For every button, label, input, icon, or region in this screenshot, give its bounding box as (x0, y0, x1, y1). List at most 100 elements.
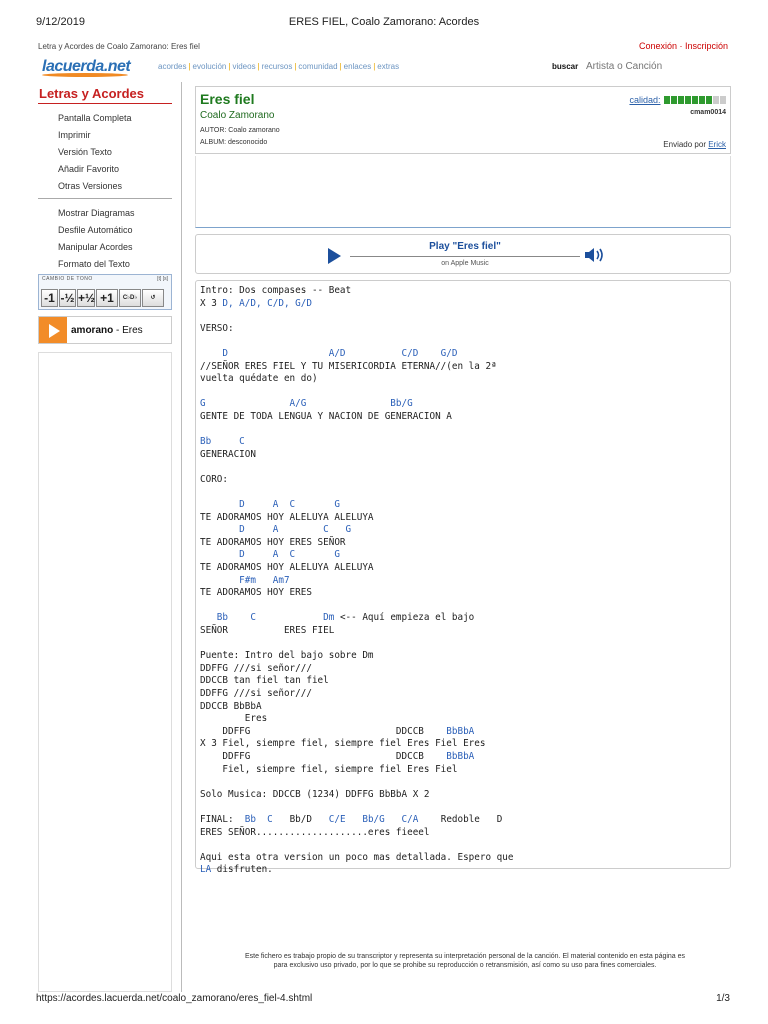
nav-item-1[interactable]: evolución (193, 62, 227, 71)
lyric-text: Intro: Dos compases -- Beat (200, 285, 352, 296)
print-page-number: 1/3 (716, 993, 730, 1004)
tone-button-5[interactable]: ↺ (142, 289, 164, 307)
nav-separator: | (228, 62, 231, 71)
player-song: - Eres (116, 325, 143, 336)
quality-dot (692, 96, 698, 104)
sidebar-item-group1-2[interactable]: Versión Texto (58, 144, 172, 161)
quality-dot (685, 96, 691, 104)
song-header: Eres fiel Coalo Zamorano AUTOR: Coalo za… (195, 86, 731, 154)
player-title[interactable]: Play "Eres fiel" (350, 241, 580, 252)
lyric-text: Solo Musica: DDCCB (1234) DDFFG BbBbA X … (200, 788, 430, 800)
lyric-text: TE ADORAMOS HOY ALELUYA ALELUYA (200, 511, 374, 523)
sidebar-play-button[interactable] (39, 317, 67, 343)
lyric-text: CORO: (200, 473, 228, 485)
copyright-line-2: para exclusivo uso privado, por lo que s… (273, 962, 657, 969)
sidebar-item-group1-3[interactable]: Añadir Favorito (58, 161, 172, 178)
breadcrumb: Letra y Acordes de Coalo Zamorano: Eres … (38, 42, 200, 51)
player-progress-bar[interactable] (350, 256, 580, 257)
nav-item-4[interactable]: comunidad (298, 62, 337, 71)
sidebar-title: Letras y Acordes (38, 86, 172, 104)
lyric-text: Fiel, siempre fiel, siempre fiel Eres Fi… (200, 763, 458, 775)
copyright-note: Este fichero es trabajo propio de su tra… (200, 952, 730, 970)
chord[interactable]: D A C G (200, 499, 340, 510)
tone-button-4[interactable]: C♭D♭ (119, 289, 141, 307)
sidebar: Letras y Acordes Pantalla Completa Imprim… (38, 86, 172, 283)
song-album: ALBUM: desconocido (200, 139, 268, 146)
chord[interactable]: BbBbA (446, 751, 474, 762)
song-artist-link[interactable]: Coalo Zamorano (200, 110, 274, 121)
nav-item-3[interactable]: recursos (262, 62, 293, 71)
quality-label[interactable]: calidad: (629, 95, 660, 105)
chord[interactable]: BbBbA (446, 726, 474, 737)
print-title: ERES FIEL, Coalo Zamorano: Acordes (288, 16, 480, 28)
chord[interactable]: C/E Bb/G C/A (329, 814, 419, 825)
sidebar-item-group1-1[interactable]: Imprimir (58, 127, 172, 144)
search-label: buscar (552, 62, 579, 71)
sidebar-item-group2-1[interactable]: Desfile Automático (58, 222, 172, 239)
sidebar-player-text: amorano - Eres (71, 325, 143, 336)
tone-button-1[interactable]: -½ (59, 289, 76, 307)
lyric-text: Eres (200, 713, 268, 725)
lyrics-text: Intro: Dos compases -- Beat X 3 D, A/D, … (200, 285, 513, 877)
chord[interactable]: D, A/D, C/D, G/D (222, 298, 312, 309)
ad-space (195, 156, 731, 228)
sent-by-label: Enviado por (663, 140, 706, 149)
tone-change-panel: CAMBIO DE TONO [t] [s] -1 -½ +½ +1 C♭D♭ ↺ (38, 274, 172, 310)
chord[interactable]: G A/G Bb/G (200, 398, 413, 409)
chord[interactable]: F#m Am7 (200, 575, 289, 586)
play-icon (49, 324, 60, 338)
sidebar-item-group2-3[interactable]: Formato del Texto (58, 256, 172, 273)
lyric-text: GENTE DE TODA LENGUA Y NACION DE GENERAC… (200, 410, 452, 422)
tone-change-shortcuts: [t] [s] (157, 276, 168, 282)
sent-by: Enviado por Erick (663, 140, 726, 149)
sidebar-divider (38, 198, 172, 199)
quality-dot (706, 96, 712, 104)
quality-rating[interactable]: calidad: (629, 95, 726, 105)
print-header: 9/12/2019 ERES FIEL, Coalo Zamorano: Aco… (0, 16, 768, 30)
sidebar-item-group2-0[interactable]: Mostrar Diagramas (58, 205, 172, 222)
chord[interactable]: D A C G (200, 549, 340, 560)
tone-button-3[interactable]: +1 (96, 289, 118, 307)
tone-change-label: CAMBIO DE TONO (42, 276, 93, 282)
song-title: Eres fiel (200, 91, 255, 107)
chord[interactable]: Bb C (200, 436, 245, 447)
chord[interactable]: D A/D C/D G/D (200, 348, 457, 359)
chord[interactable]: Bb C Dm (200, 612, 335, 623)
nav-item-6[interactable]: extras (377, 62, 399, 71)
sidebar-player[interactable]: amorano - Eres (38, 316, 172, 344)
player-subtitle: on Apple Music (441, 260, 489, 267)
chord[interactable]: LA (200, 864, 211, 875)
tone-button-2[interactable]: +½ (77, 289, 95, 307)
nav-item-0[interactable]: acordes (158, 62, 186, 71)
chord[interactable]: D A C G (200, 524, 351, 535)
search-input[interactable] (586, 58, 728, 74)
quality-dots (663, 95, 726, 105)
site-logo[interactable]: lacuerda.net (42, 58, 131, 78)
nav-separator: | (188, 62, 191, 71)
play-icon[interactable] (328, 248, 341, 264)
speaker-icon[interactable] (584, 247, 606, 263)
chord[interactable]: Bb C (245, 814, 273, 825)
lyric-text: DDFFG DDCCB (200, 725, 447, 737)
lyric-text: SEÑOR ERES FIEL (200, 625, 335, 637)
quality-dot (713, 96, 719, 104)
nav-item-2[interactable]: videos (232, 62, 255, 71)
nav-item-5[interactable]: enlaces (344, 62, 372, 71)
quality-dot (664, 96, 670, 104)
sent-by-user-link[interactable]: Erick (708, 140, 726, 149)
sidebar-ad-space (38, 352, 172, 992)
sidebar-item-group1-0[interactable]: Pantalla Completa (58, 110, 172, 127)
column-divider (181, 82, 182, 992)
song-chords-body: Intro: Dos compases -- Beat X 3 D, A/D, … (195, 280, 731, 875)
quality-dot (678, 96, 684, 104)
login-link[interactable]: Conexión · Inscripción (639, 41, 728, 51)
sidebar-item-group2-2[interactable]: Manipular Acordes (58, 239, 172, 256)
quality-dot (720, 96, 726, 104)
lyric-text: TE ADORAMOS HOY ERES SEÑOR (200, 536, 346, 548)
lyric-text: TE ADORAMOS HOY ERES (200, 587, 312, 599)
lyric-text: DDFFG DDCCB (200, 750, 447, 762)
tone-button-0[interactable]: -1 (41, 289, 58, 307)
lyric-text: DDFFG ///si señor/// (200, 688, 312, 699)
sidebar-item-group1-4[interactable]: Otras Versiones (58, 178, 172, 195)
lyric-text: DDFFG ///si señor/// (200, 662, 312, 674)
